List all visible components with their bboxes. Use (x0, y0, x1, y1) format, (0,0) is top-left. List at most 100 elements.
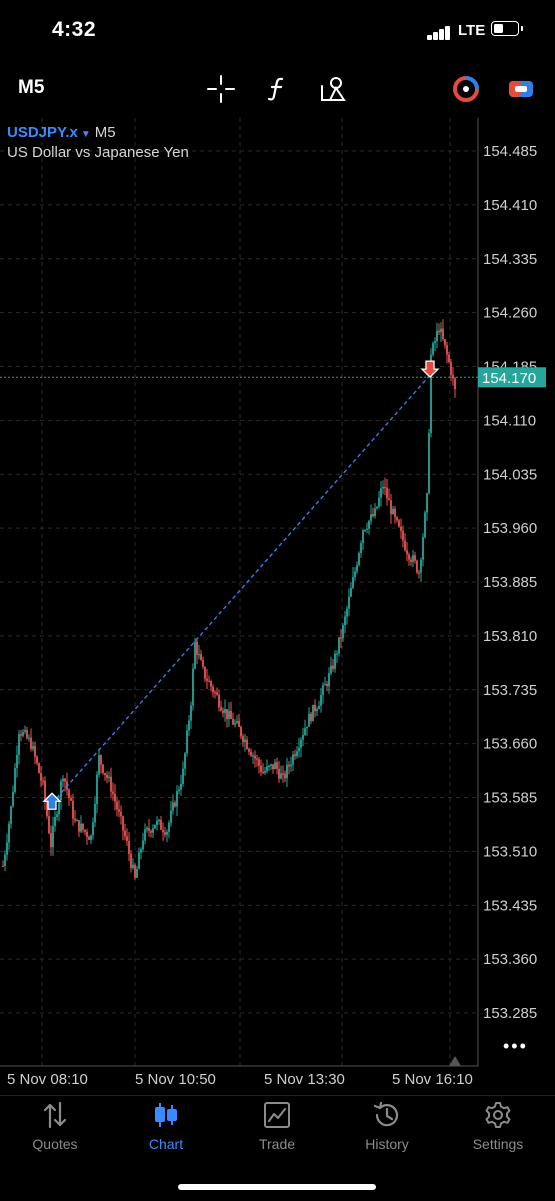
symbol-header[interactable]: USDJPY.x ▼ M5 (7, 124, 116, 141)
candle-body (242, 736, 244, 743)
trade-markers (42, 360, 440, 810)
candle-body (350, 587, 352, 597)
candle-body (210, 681, 212, 687)
candle-body (380, 488, 382, 498)
current-price-label: 154.170 (482, 370, 536, 387)
candle-body (378, 497, 380, 507)
candle-body (14, 767, 16, 792)
candle-body (194, 641, 196, 669)
candle-body (32, 745, 34, 750)
candle-body (232, 718, 234, 725)
candle-body (10, 806, 12, 824)
candle-body (388, 498, 390, 501)
candle-body (146, 827, 148, 830)
candle-body (308, 713, 310, 727)
candle-body (88, 836, 90, 840)
chart-shift-handle[interactable] (449, 1056, 461, 1066)
candle-body (394, 508, 396, 518)
candle-body (16, 754, 18, 768)
candle-body (384, 486, 386, 489)
candle-body (156, 820, 158, 825)
candle-body (30, 737, 32, 750)
tab-history[interactable]: History (332, 1100, 442, 1160)
candle-body (446, 345, 448, 355)
candle-body (356, 564, 358, 572)
sell-arrow-icon[interactable] (420, 360, 440, 379)
candle-body (200, 654, 202, 660)
candle-body (230, 710, 232, 719)
candle-body (420, 559, 422, 573)
candle-body (6, 842, 8, 855)
candle-body (132, 864, 134, 868)
price-chart[interactable]: 154.485154.410154.335154.260154.185154.1… (0, 0, 555, 1095)
candle-body (18, 734, 20, 755)
candle-body (324, 684, 326, 686)
candle-body (126, 836, 128, 841)
candle-body (342, 625, 344, 639)
candle-body (402, 530, 404, 541)
candle-body (140, 849, 142, 853)
candle-body (238, 721, 240, 727)
candle-body (288, 764, 290, 767)
candle-body (280, 773, 282, 779)
candle-body (52, 826, 54, 848)
time-tick-label: 5 Nov 16:10 (392, 1071, 473, 1088)
price-tick-label: 153.660 (483, 736, 537, 753)
current-price: 154.170 (0, 367, 546, 388)
candle-body (276, 762, 278, 769)
candle-body (62, 778, 64, 782)
candle-body (424, 512, 426, 538)
tab-settings[interactable]: Settings (443, 1100, 553, 1160)
candle-body (418, 572, 420, 574)
price-tick-label: 153.360 (483, 951, 537, 968)
chevron-down-icon[interactable]: ▼ (81, 129, 91, 140)
tab-trade[interactable]: Trade (222, 1100, 332, 1160)
price-tick-label: 153.510 (483, 843, 537, 860)
price-tick-label: 153.810 (483, 628, 537, 645)
candle-body (122, 816, 124, 831)
candle-body (282, 773, 284, 775)
candle-body (266, 766, 268, 772)
candle-body (58, 799, 60, 815)
candle-body (400, 526, 402, 531)
candle-body (244, 739, 246, 743)
candle-body (278, 768, 280, 779)
candle-body (370, 514, 372, 521)
candle-body (360, 543, 362, 554)
candle-body (112, 791, 114, 794)
time-tick-label: 5 Nov 10:50 (135, 1071, 216, 1088)
candle-body (94, 803, 96, 823)
candle-body (304, 728, 306, 736)
candle-body (444, 339, 446, 346)
price-tick-label: 154.110 (483, 412, 536, 429)
more-options-icon[interactable]: ••• (503, 1036, 533, 1056)
candle-body (426, 493, 428, 513)
price-tick-label: 153.435 (483, 897, 537, 914)
candle-body (2, 865, 4, 867)
price-tick-label: 154.485 (483, 143, 537, 160)
candle-body (398, 520, 400, 527)
candle-body (344, 616, 346, 626)
candle-body (410, 559, 412, 562)
candle-body (50, 833, 52, 848)
candle-body (262, 771, 264, 774)
tab-chart[interactable]: Chart (111, 1100, 221, 1160)
candle-body (326, 684, 328, 687)
candle-body (408, 554, 410, 560)
candle-body (292, 754, 294, 765)
tab-quotes[interactable]: Quotes (0, 1100, 110, 1160)
chart-candles-icon (155, 1103, 177, 1127)
candle-body (374, 508, 376, 517)
candle-body (316, 709, 318, 712)
candle-body (284, 773, 286, 779)
candle-body (390, 500, 392, 515)
candle-body (136, 868, 138, 878)
candle-body (134, 864, 136, 878)
candle-body (166, 831, 168, 835)
symbol-name[interactable]: USDJPY.x (7, 124, 78, 141)
candle-body (74, 818, 76, 821)
candle-body (182, 768, 184, 784)
candle-body (128, 840, 130, 854)
candle-body (86, 831, 88, 837)
candle-body (158, 819, 160, 822)
